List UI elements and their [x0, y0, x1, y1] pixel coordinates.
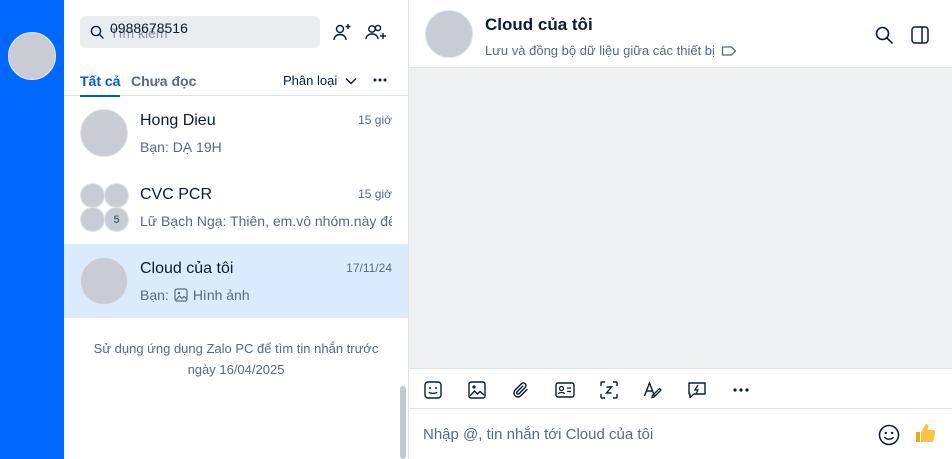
screenshot-icon: [600, 381, 618, 399]
more-icon: [733, 388, 749, 392]
message-input[interactable]: [423, 421, 863, 447]
chat-avatar[interactable]: [425, 10, 473, 58]
quick-message-icon: [688, 382, 706, 399]
search-chat-button[interactable]: [873, 24, 895, 46]
more-tools-button[interactable]: [730, 379, 752, 401]
scrollbar[interactable]: [400, 386, 406, 459]
send-image-button[interactable]: [466, 379, 488, 401]
group-member-count: 5: [104, 207, 129, 232]
add-friend-button[interactable]: [330, 20, 354, 44]
chat-header: Cloud của tôi Lưu và đồng bộ dữ liệu giữ…: [409, 0, 952, 68]
more-icon: [373, 78, 387, 82]
chat-subtitle: Lưu và đồng bộ dữ liệu giữa các thiết bị: [485, 43, 737, 58]
chat-area: Cloud của tôi Lưu và đồng bộ dữ liệu giữ…: [409, 0, 952, 459]
add-friend-icon: [333, 24, 351, 41]
screenshot-button[interactable]: [598, 379, 620, 401]
search-input[interactable]: 0988678516: [110, 20, 188, 36]
message-area: [409, 68, 952, 368]
search-icon: [875, 26, 893, 44]
conversation-name: CVC PCR: [140, 186, 213, 203]
chat-title: Cloud của tôi: [485, 15, 593, 34]
send-contact-card-button[interactable]: [554, 379, 576, 401]
conversation-tabs: Tất cả Chưa đọc Phân loại: [64, 64, 409, 97]
user-avatar[interactable]: [8, 32, 56, 80]
conversation-time: 15 giờ: [358, 113, 392, 127]
composer: [409, 409, 952, 459]
conversation-list-panel: Tìm kiếm 0988678516 Tất cả Chưa đọc Phân…: [64, 0, 409, 459]
nav-rail: [0, 0, 64, 459]
conversation-name: Cloud của tôi: [140, 260, 234, 277]
avatar: [80, 109, 128, 157]
chevron-down-icon: [345, 77, 357, 84]
emoji-button[interactable]: [877, 423, 901, 447]
thumbs-up-button[interactable]: [912, 421, 938, 447]
tab-all[interactable]: Tất cả: [80, 73, 121, 97]
conversation-preview: Lữ Bạch Ngạ: Thiên, em.vô nhóm.này để: [140, 213, 392, 229]
text-format-button[interactable]: [642, 379, 664, 401]
create-group-button[interactable]: [364, 20, 388, 44]
sticker-icon: [424, 381, 442, 399]
conversation-preview: Bạn: DẠ 19H: [140, 139, 222, 155]
zalo-app: Tìm kiếm 0988678516 Tất cả Chưa đọc Phân…: [0, 0, 952, 459]
conversation-time: 17/11/24: [346, 261, 392, 275]
search-icon: [90, 25, 104, 44]
image-icon: [468, 381, 486, 399]
thumbs-up-icon: [916, 424, 936, 443]
search-box[interactable]: Tìm kiếm 0988678516: [80, 16, 320, 48]
conversation-item[interactable]: Cloud của tôi 17/11/24 Bạn: Hình ảnh: [64, 244, 408, 318]
group-avatar: 5: [80, 183, 130, 233]
preview-text: Hình ảnh: [192, 287, 250, 303]
tab-unread[interactable]: Chưa đọc: [131, 73, 196, 89]
chat-subtitle-text: Lưu và đồng bộ dữ liệu giữa các thiết bị: [485, 43, 715, 58]
text-format-icon: [643, 381, 662, 399]
sticker-button[interactable]: [422, 379, 444, 401]
sidebar-panel-icon: [911, 26, 929, 44]
quick-message-button[interactable]: [686, 379, 708, 401]
conversation-preview: Bạn: Hình ảnh: [140, 287, 392, 303]
composer-toolbar: [409, 368, 952, 409]
more-options-button[interactable]: [370, 70, 390, 90]
history-hint: Sử dụng ứng dụng Zalo PC để tìm tin nhắn…: [93, 341, 379, 377]
conversation-time: 15 giờ: [358, 187, 392, 201]
contact-card-icon: [555, 382, 575, 398]
avatar: [80, 257, 128, 305]
paperclip-icon: [513, 382, 528, 398]
conversation-name: Hong Dieu: [140, 112, 216, 129]
conversation-item[interactable]: 5 CVC PCR 15 giờ Lữ Bạch Ngạ: Thiên, em.…: [64, 170, 408, 244]
toggle-panel-button[interactable]: [909, 24, 931, 46]
tag-icon: [721, 45, 737, 56]
filter-label: Phân loại: [283, 73, 338, 88]
preview-prefix: Bạn:: [140, 287, 169, 303]
conversation-item[interactable]: Hong Dieu 15 giờ Bạn: DẠ 19H: [64, 96, 408, 170]
attach-file-button[interactable]: [510, 379, 532, 401]
filter-dropdown[interactable]: Phân loại: [283, 73, 357, 88]
image-icon: [174, 288, 188, 302]
create-group-icon: [365, 24, 386, 40]
emoji-icon: [878, 424, 900, 446]
